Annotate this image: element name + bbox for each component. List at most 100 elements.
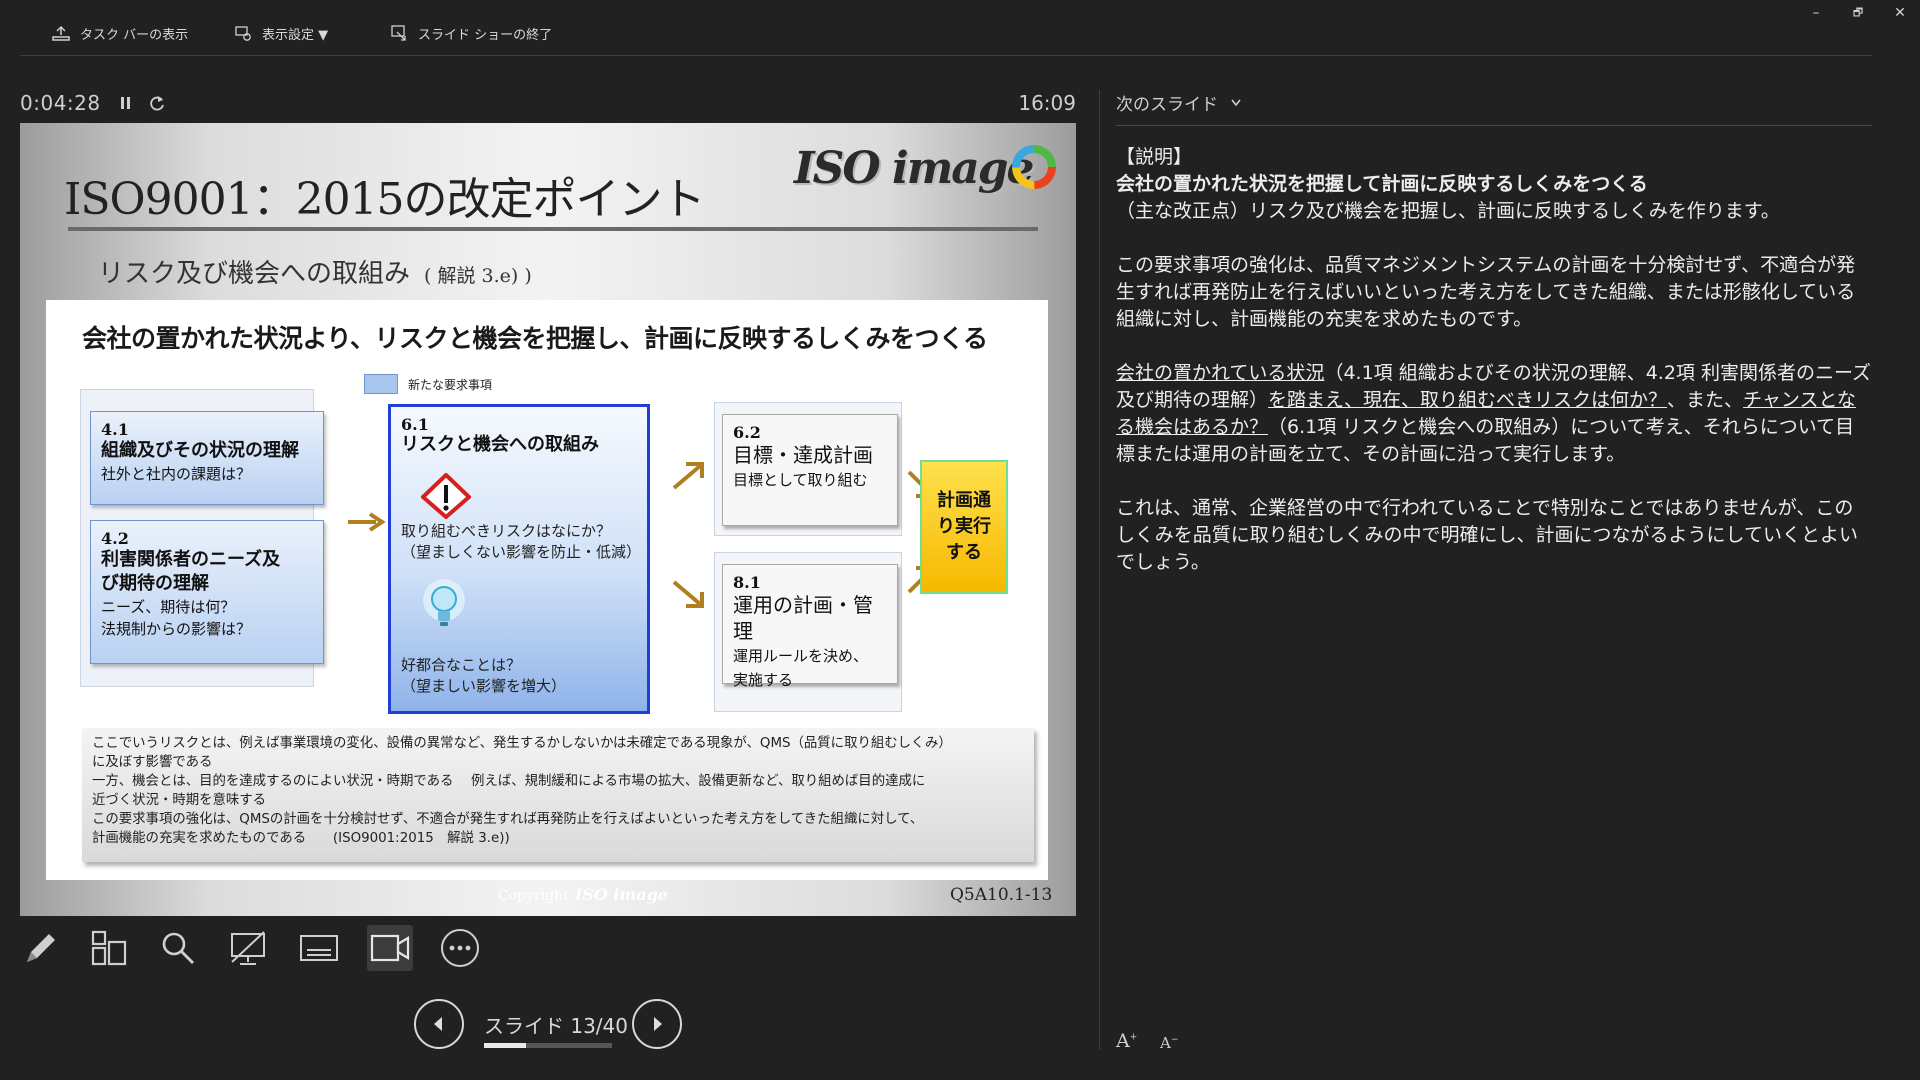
close-icon: ✕ xyxy=(1894,5,1906,21)
elapsed-timer: 0:04:28 xyxy=(20,91,101,115)
note-line: 一方、機会とは、目的を達成するのによい状況・時期である 例えば、規制緩和による市… xyxy=(92,774,926,789)
box-6-1-title: リスクと機会への取組み xyxy=(401,434,599,455)
restart-icon xyxy=(150,96,164,111)
chevron-down-icon xyxy=(1231,99,1241,106)
notes-paragraph: 会社の置かれている状況（4.1項 組織およびその状況の理解、4.2項 利害関係者… xyxy=(1116,360,1872,468)
notes-underlined: を踏まえ、現在、取り組むべきリスクは何か？ xyxy=(1268,389,1668,411)
zoom-button[interactable] xyxy=(155,925,201,971)
logo-ring-icon xyxy=(1012,145,1056,189)
subtitles-button[interactable] xyxy=(296,925,342,971)
end-slideshow-icon xyxy=(391,25,406,41)
pane-divider[interactable] xyxy=(1099,90,1100,1050)
warning-icon xyxy=(421,473,471,519)
restart-timer-button[interactable] xyxy=(146,92,168,114)
slide-copyright: Copyright ISO image xyxy=(498,885,668,904)
restore-button[interactable]: 🗗 xyxy=(1838,0,1878,26)
increase-font-button[interactable]: A+ xyxy=(1116,1030,1137,1052)
pen-tool-button[interactable] xyxy=(18,925,64,971)
copyright-text: Copyright xyxy=(498,888,569,904)
notes-underlined: 会社の置かれている状況 xyxy=(1116,362,1325,384)
black-screen-button[interactable] xyxy=(225,925,271,971)
chevron-right-icon xyxy=(654,1017,662,1031)
logo-wordmark: ISO image xyxy=(794,143,1035,194)
next-slide-button[interactable] xyxy=(632,999,682,1049)
slide-title: ISO9001：2015の改定ポイント xyxy=(64,174,706,225)
end-slideshow-label: スライド ショーの終了 xyxy=(418,27,553,43)
arrow-down-right-icon xyxy=(672,580,704,608)
execute-plan-box: 計画通 り実行 する xyxy=(920,460,1008,594)
note-line: に及ぼす影響である xyxy=(92,755,213,770)
notes-bold-line: 会社の置かれた状況を把握して計画に反映するしくみをつくる xyxy=(1116,173,1648,195)
box-4-2-sub-1: ニーズ、期待は何？ xyxy=(101,598,236,616)
slide-progress-fill xyxy=(484,1043,526,1048)
pause-timer-button[interactable] xyxy=(115,92,137,114)
note-line: ここでいうリスクとは、例えば事業環境の変化、設備の異常など、発生するかしないかは… xyxy=(92,736,952,751)
risk-note: （望ましくない影響を防止・低減） xyxy=(401,543,642,561)
slide-counter: スライド 13/40 xyxy=(484,1014,628,1038)
notes-paragraph: これは、通常、企業経営の中で行われていることで特別なことではありませんが、このし… xyxy=(1116,497,1858,573)
box-6-1-number: 6.1 xyxy=(401,415,429,434)
next-slide-label: 次のスライド xyxy=(1116,95,1218,115)
display-settings-button[interactable]: 表示設定 ▼ xyxy=(234,20,328,46)
slide-subtitle: リスク及び機会への取組み ( 解説 3.e) ) xyxy=(98,253,532,290)
box-4-1-number: 4.1 xyxy=(101,420,129,439)
title-underline xyxy=(68,227,1038,231)
more-options-button[interactable] xyxy=(437,925,483,971)
box-8-1-sub-1: 運用ルールを決め、 xyxy=(733,647,869,665)
current-slide[interactable]: ISO9001：2015の改定ポイント ISO image リスク及び機会への取… xyxy=(20,123,1076,916)
diagram-panel: 会社の置かれた状況より、リスクと機会を把握し、計画に反映するしくみをつくる 新た… xyxy=(46,300,1048,880)
notes-line: （主な改正点）リスク及び機会を把握し、計画に反映するしくみを作ります。 xyxy=(1116,200,1780,222)
pen-icon xyxy=(27,934,55,962)
font-increase-icon: A xyxy=(1116,1030,1130,1052)
decrease-font-button[interactable]: A− xyxy=(1160,1034,1178,1052)
subtitle-text: リスク及び機会への取組み xyxy=(98,259,411,289)
box-4-2: 4.2 利害関係者のニーズ及 び期待の理解 ニーズ、期待は何？ 法規制からの影響… xyxy=(90,520,324,664)
box-6-2-title: 目標・達成計画 xyxy=(733,443,873,467)
notes-divider xyxy=(1116,125,1872,126)
box-6-2: 6.2 目標・達成計画 目標として取り組む xyxy=(722,414,898,526)
video-camera-icon xyxy=(370,934,410,962)
camera-button[interactable] xyxy=(367,925,413,971)
box-6-2-sub: 目標として取り組む xyxy=(733,471,868,489)
opportunity-question: 好都合なことは？ xyxy=(401,656,522,674)
more-icon xyxy=(441,929,479,967)
close-button[interactable]: ✕ xyxy=(1880,0,1920,26)
note-line: 近づく状況・時期を意味する xyxy=(92,793,267,808)
next-slide-dropdown[interactable]: 次のスライド xyxy=(1116,90,1242,115)
end-slideshow-button[interactable]: スライド ショーの終了 xyxy=(390,20,552,46)
diagram-headline: 会社の置かれた状況より、リスクと機会を把握し、計画に反映するしくみをつくる xyxy=(82,324,988,353)
note-line: この要求事項の強化は、QMSの計画を十分検討せず、不適合が発生すれば再発防止を行… xyxy=(92,812,924,827)
speaker-notes[interactable]: 【説明】 会社の置かれた状況を把握して計画に反映するしくみをつくる （主な改正点… xyxy=(1116,144,1872,576)
previous-slide-button[interactable] xyxy=(414,999,464,1049)
box-4-2-number: 4.2 xyxy=(101,529,129,548)
slide-progress-bar xyxy=(484,1043,612,1048)
all-slides-button[interactable] xyxy=(86,925,132,971)
minimize-icon: – xyxy=(1812,5,1820,21)
grid-view-icon xyxy=(91,930,127,966)
execute-line-1: 計画通 xyxy=(937,490,991,511)
show-taskbar-button[interactable]: タスク バーの表示 xyxy=(52,20,188,46)
pause-icon xyxy=(121,97,130,109)
chevron-left-icon xyxy=(434,1017,442,1031)
iso-image-logo: ISO image xyxy=(788,133,1058,213)
box-4-1: 4.1 組織及びその状況の理解 社外と社内の課題は？ xyxy=(90,411,324,505)
lightbulb-icon xyxy=(423,579,465,626)
execute-line-2: り実行 xyxy=(937,516,991,537)
arrow-right-icon xyxy=(348,512,386,532)
magnifier-icon xyxy=(162,932,195,965)
copyright-logo: ISO image xyxy=(574,885,669,904)
subtitle-reference: ( 解説 3.e) ) xyxy=(424,265,532,287)
display-settings-label: 表示設定 ▼ xyxy=(262,27,329,43)
box-4-1-title: 組織及びその状況の理解 xyxy=(101,440,299,461)
taskbar-icon xyxy=(52,25,70,41)
explanation-note: ここでいうリスクとは、例えば事業環境の変化、設備の異常など、発生するかしないかは… xyxy=(82,728,1034,862)
legend-label: 新たな要求事項 xyxy=(408,378,493,392)
slide-code: Q5A10.1-13 xyxy=(950,885,1053,905)
note-line: 計画機能の充実を求めたものである (ISO9001:2015 解説 3.e)) xyxy=(92,831,510,846)
box-6-2-number: 6.2 xyxy=(733,423,761,442)
font-decrease-icon: A xyxy=(1160,1034,1171,1052)
minimize-button[interactable]: – xyxy=(1796,0,1836,26)
